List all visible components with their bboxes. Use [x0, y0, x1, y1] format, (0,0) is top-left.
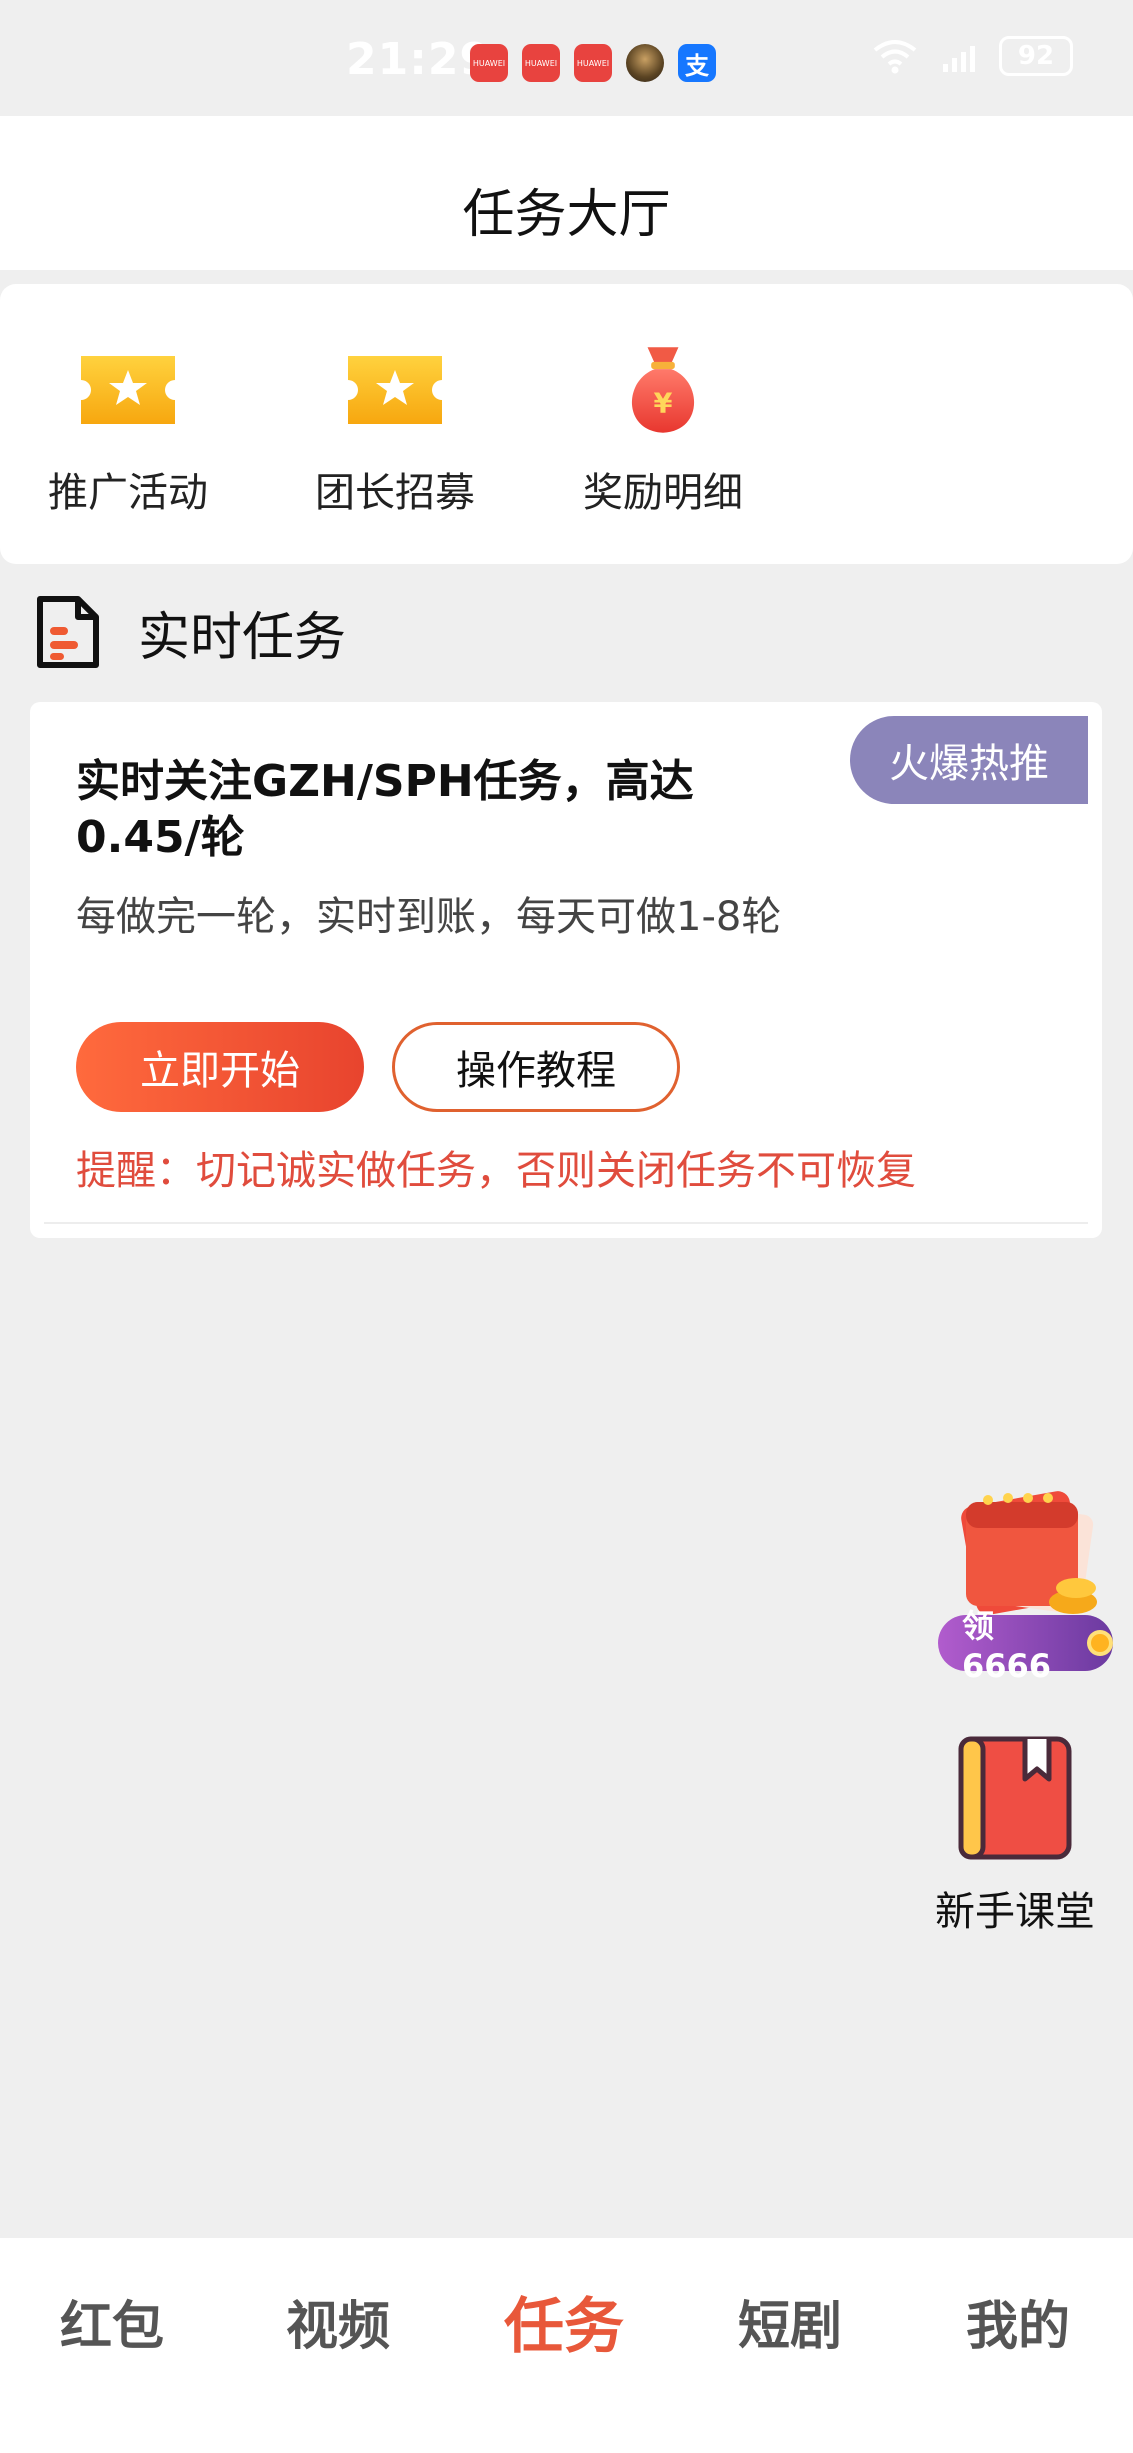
alipay-app-icon: 支 — [678, 44, 716, 82]
status-app-icons: HUAWEI HUAWEI HUAWEI 支 — [470, 44, 716, 82]
huawei-app-icon: HUAWEI — [470, 44, 508, 82]
entry-label: 推广活动 — [48, 470, 208, 516]
entry-card: 推广活动 团长招募 ¥ 奖励明细 — [0, 284, 1133, 564]
document-icon — [37, 596, 99, 668]
ticket-star-icon — [81, 356, 175, 424]
avatar-app-icon — [626, 44, 664, 82]
task-title: 实时关注GZH/SPH任务，高达0.45/轮 — [76, 756, 694, 863]
tutorial-button[interactable]: 操作教程 — [392, 1022, 680, 1112]
card-divider — [44, 1222, 1088, 1224]
reminder-text: 提醒：切记诚实做任务，否则关闭任务不可恢复 — [76, 1148, 916, 1194]
nav-item-short-drama[interactable]: 短剧 — [690, 2284, 890, 2359]
header-bar: 任务大厅 — [0, 116, 1133, 270]
nav-item-mine[interactable]: 我的 — [918, 2284, 1118, 2359]
bottom-nav: 红包 视频 任务 短剧 我的 — [0, 2238, 1133, 2453]
wifi-icon — [873, 40, 917, 74]
entry-label: 奖励明细 — [583, 470, 743, 516]
claim-label: 领6666 — [962, 1607, 1052, 1685]
calendar-reward-float[interactable]: 领6666 — [938, 1480, 1113, 1685]
entry-leader-recruit[interactable]: 团长招募 — [295, 340, 495, 518]
task-description: 每做完一轮，实时到账，每天可做1-8轮 — [76, 894, 782, 940]
battery-indicator: 92 — [999, 36, 1073, 76]
claim-coins-pill[interactable]: 领6666 — [938, 1607, 1113, 1685]
coin-icon — [1087, 1630, 1113, 1656]
signal-icon — [943, 46, 975, 72]
entry-promotion[interactable]: 推广活动 — [28, 340, 228, 518]
nav-item-video[interactable]: 视频 — [238, 2284, 438, 2359]
book-icon — [958, 1736, 1072, 1860]
svg-text:¥: ¥ — [654, 389, 673, 420]
start-button[interactable]: 立即开始 — [76, 1022, 364, 1112]
ticket-star-icon — [348, 356, 442, 424]
entry-label: 团长招募 — [315, 470, 475, 516]
status-right: 92 — [871, 36, 1073, 76]
huawei-app-icon: HUAWEI — [574, 44, 612, 82]
nav-item-red-packet[interactable]: 红包 — [12, 2284, 212, 2359]
hot-badge: 火爆热推 — [850, 716, 1088, 804]
money-bag-icon: ¥ — [631, 347, 695, 433]
task-card: 火爆热推 实时关注GZH/SPH任务，高达0.45/轮 每做完一轮，实时到账，每… — [30, 702, 1102, 1238]
status-bar: 21:29 HUAWEI HUAWEI HUAWEI 支 92 — [0, 0, 1133, 116]
nav-item-task[interactable]: 任务 — [464, 2278, 664, 2365]
huawei-app-icon: HUAWEI — [522, 44, 560, 82]
guide-label: 新手课堂 — [935, 1889, 1095, 1935]
beginner-guide-float[interactable]: 新手课堂 — [925, 1735, 1105, 1937]
page-title: 任务大厅 — [462, 185, 671, 245]
entry-reward-detail[interactable]: ¥ 奖励明细 — [563, 340, 763, 518]
section-header: 实时任务 — [34, 592, 346, 672]
section-title: 实时任务 — [138, 607, 347, 668]
